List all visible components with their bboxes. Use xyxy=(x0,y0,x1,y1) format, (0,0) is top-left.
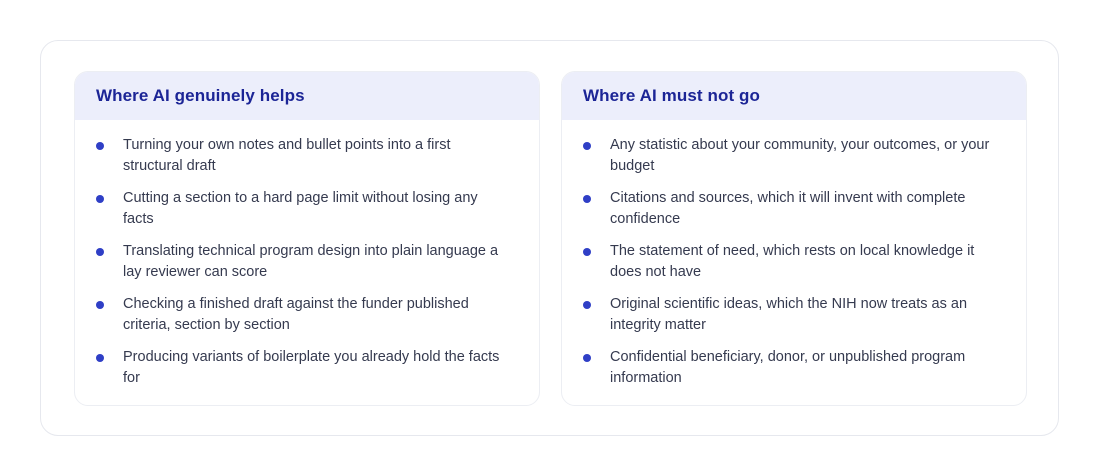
list-item: Translating technical program design int… xyxy=(96,241,509,282)
list-item: Citations and sources, which it will inv… xyxy=(583,188,996,229)
bullet-dot-icon xyxy=(96,301,104,309)
list-item: Any statistic about your community, your… xyxy=(583,135,996,176)
list-item-text: Original scientific ideas, which the NIH… xyxy=(610,296,968,333)
list-item-text: Producing variants of boilerplate you al… xyxy=(123,349,500,386)
bullet-dot-icon xyxy=(583,248,591,256)
ai-avoid-header: Where AI must not go xyxy=(562,72,1026,120)
ai-avoid-list: Any statistic about your community, your… xyxy=(562,120,1026,388)
ai-helps-list: Turning your own notes and bullet points… xyxy=(75,120,539,388)
ai-helps-card: Where AI genuinely helps Turning your ow… xyxy=(74,71,540,406)
list-item: Original scientific ideas, which the NIH… xyxy=(583,294,996,335)
list-item-text: Confidential beneficiary, donor, or unpu… xyxy=(610,349,966,386)
list-item: Checking a finished draft against the fu… xyxy=(96,294,509,335)
ai-avoid-title: Where AI must not go xyxy=(583,86,761,105)
comparison-panel: Where AI genuinely helps Turning your ow… xyxy=(40,40,1059,436)
list-item: Producing variants of boilerplate you al… xyxy=(96,347,509,388)
bullet-dot-icon xyxy=(96,354,104,362)
ai-helps-header: Where AI genuinely helps xyxy=(75,72,539,120)
list-item-text: The statement of need, which rests on lo… xyxy=(610,243,975,280)
bullet-dot-icon xyxy=(96,195,104,203)
ai-helps-title: Where AI genuinely helps xyxy=(96,86,305,105)
bullet-dot-icon xyxy=(583,354,591,362)
list-item-text: Checking a finished draft against the fu… xyxy=(123,296,469,333)
bullet-dot-icon xyxy=(96,248,104,256)
list-item-text: Citations and sources, which it will inv… xyxy=(610,190,966,227)
ai-avoid-card: Where AI must not go Any statistic about… xyxy=(561,71,1027,406)
list-item: Turning your own notes and bullet points… xyxy=(96,135,509,176)
list-item-text: Cutting a section to a hard page limit w… xyxy=(123,190,478,227)
list-item: Confidential beneficiary, donor, or unpu… xyxy=(583,347,996,388)
bullet-dot-icon xyxy=(96,142,104,150)
list-item: The statement of need, which rests on lo… xyxy=(583,241,996,282)
list-item-text: Translating technical program design int… xyxy=(123,243,499,280)
list-item: Cutting a section to a hard page limit w… xyxy=(96,188,509,229)
list-item-text: Any statistic about your community, your… xyxy=(610,137,990,174)
bullet-dot-icon xyxy=(583,142,591,150)
bullet-dot-icon xyxy=(583,301,591,309)
list-item-text: Turning your own notes and bullet points… xyxy=(123,137,451,174)
bullet-dot-icon xyxy=(583,195,591,203)
